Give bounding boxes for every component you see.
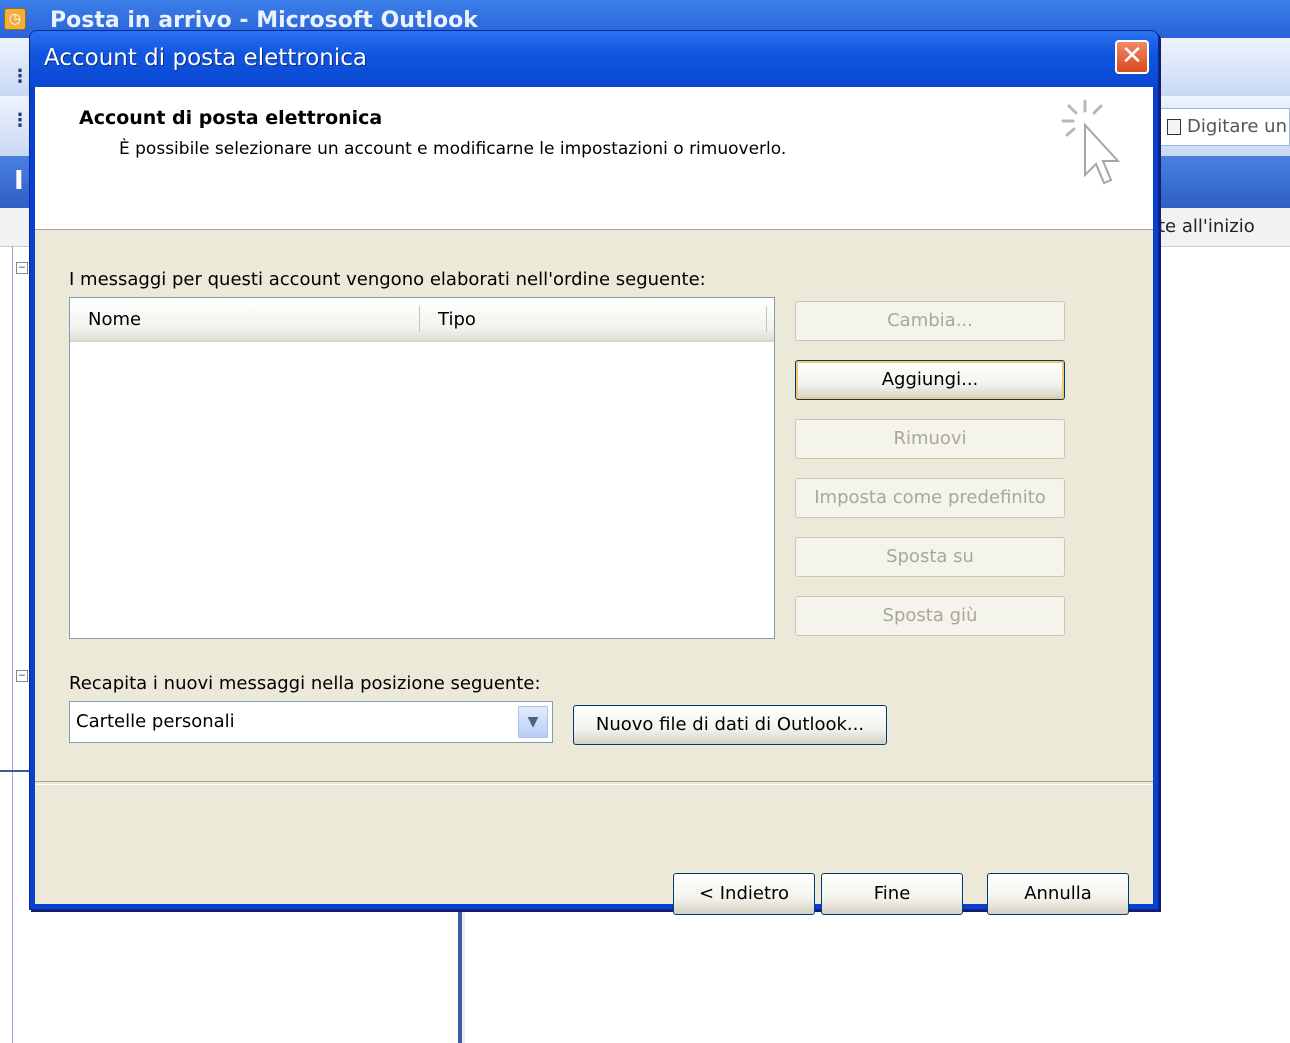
wizard-header: Account di posta elettronica È possibile…	[35, 87, 1153, 230]
add-button[interactable]: Aggiungi...	[795, 360, 1065, 400]
toolbar-grip-icon[interactable]: ⋮	[11, 66, 29, 88]
footer-separator	[35, 781, 1153, 785]
finish-button[interactable]: Fine	[821, 873, 963, 915]
dialog-titlebar[interactable]: Account di posta elettronica ✕	[30, 31, 1158, 87]
dialog-title: Account di posta elettronica	[44, 45, 368, 71]
delivery-location-value: Cartelle personali	[76, 711, 235, 732]
cancel-button[interactable]: Annulla	[987, 873, 1129, 915]
close-button[interactable]: ✕	[1115, 40, 1149, 74]
back-button[interactable]: < Indietro	[673, 873, 815, 915]
accounts-list-header: Nome Tipo	[70, 298, 774, 342]
outlook-help-search[interactable]: Digitare un	[1160, 108, 1290, 146]
delivery-location-label: Recapita i nuovi messaggi nella posizion…	[69, 673, 541, 694]
column-separator[interactable]	[419, 306, 420, 332]
set-default-button[interactable]: Imposta come predefinito	[795, 478, 1065, 518]
accounts-list[interactable]: Nome Tipo	[69, 297, 775, 639]
outlook-clock-icon: ◷	[4, 8, 26, 30]
wizard-heading: Account di posta elettronica	[79, 107, 383, 129]
expand-icon[interactable]: −	[16, 262, 28, 274]
email-accounts-dialog: Account di posta elettronica ✕ Account d…	[29, 30, 1159, 915]
new-outlook-data-file-button[interactable]: Nuovo file di dati di Outlook...	[573, 705, 887, 745]
book-icon	[1167, 119, 1181, 135]
remove-button[interactable]: Rimuovi	[795, 419, 1065, 459]
accounts-list-label: I messaggi per questi account vengono el…	[69, 269, 706, 290]
change-button[interactable]: Cambia...	[795, 301, 1065, 341]
arrange-by-label[interactable]: te all'inizio	[1158, 216, 1255, 237]
help-search-placeholder: Digitare un	[1187, 116, 1287, 137]
expand-icon[interactable]: −	[16, 670, 28, 682]
column-header-type[interactable]: Tipo	[438, 309, 476, 330]
toolbar-grip-icon[interactable]: ⋮	[11, 110, 29, 132]
dialog-body: Account di posta elettronica È possibile…	[35, 87, 1153, 915]
navigation-pane-edge	[0, 246, 13, 1043]
column-header-name[interactable]: Nome	[88, 309, 141, 330]
folder-header-letter: I	[14, 166, 24, 196]
reading-pane-splitter[interactable]	[458, 908, 465, 1043]
sparkle-cursor-icon	[1061, 99, 1121, 185]
column-separator[interactable]	[766, 306, 767, 332]
wizard-subheading: È possibile selezionare un account e mod…	[119, 139, 787, 159]
move-up-button[interactable]: Sposta su	[795, 537, 1065, 577]
delivery-location-select[interactable]: Cartelle personali ▼	[69, 701, 553, 743]
move-down-button[interactable]: Sposta giù	[795, 596, 1065, 636]
chevron-down-icon[interactable]: ▼	[518, 706, 548, 738]
